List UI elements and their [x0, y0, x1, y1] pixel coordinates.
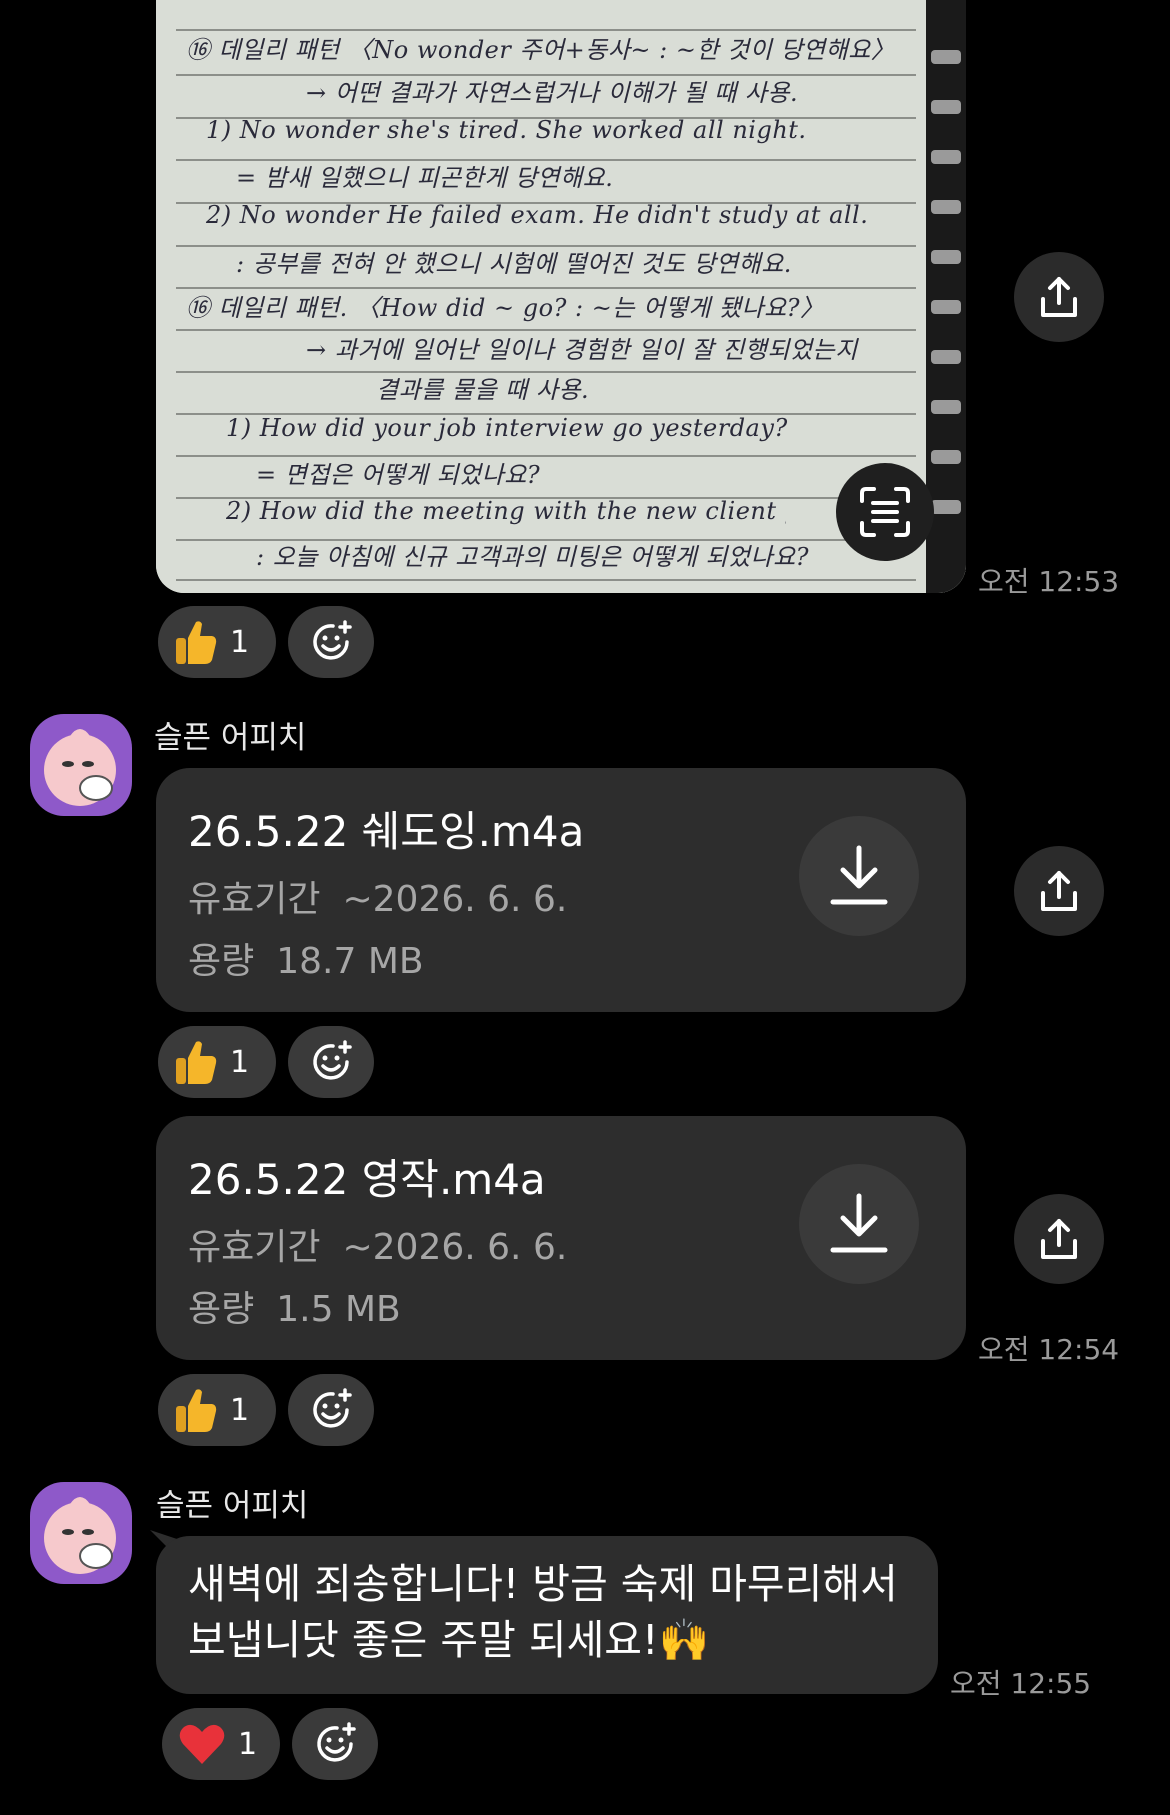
add-reaction-button[interactable]	[288, 1374, 374, 1446]
reaction-count: 1	[230, 1044, 250, 1080]
scan-text-icon	[860, 487, 910, 537]
note-line: → 어떤 결과가 자연스럽거나 이해가 될 때 사용.	[306, 79, 799, 107]
download-icon	[830, 1193, 888, 1253]
text-scan-button[interactable]	[836, 463, 934, 561]
file-card[interactable]: 26.5.22 영작.m4a 유효기간 ~2026. 6. 6. 용량 1.5 MB	[156, 1116, 966, 1360]
file-name: 26.5.22 영작.m4a	[188, 1155, 546, 1204]
download-button[interactable]	[799, 1164, 919, 1284]
add-reaction-button[interactable]	[288, 1026, 374, 1098]
add-emoji-icon	[313, 1040, 352, 1080]
message-time: 오전 12:55	[950, 1667, 1092, 1700]
add-emoji-icon	[317, 1722, 356, 1762]
size-label: 용량	[188, 941, 255, 982]
note-line: 2) No wonder He failed exam. He didn't s…	[206, 201, 869, 229]
expiry-label: 유효기간	[188, 879, 321, 920]
message-text-line1: 새벽에 죄송합니다! 방금 숙제 마무리해서	[188, 1560, 898, 1608]
thumbs-up-icon	[176, 621, 217, 664]
add-reaction-button[interactable]	[292, 1708, 378, 1780]
reaction-thumbs-up[interactable]: 1	[158, 1374, 276, 1446]
add-emoji-icon	[313, 620, 352, 660]
thumbs-up-icon	[176, 1041, 217, 1084]
note-line: ⑯ 데일리 패턴 〈No wonder 주어+동사~ : ~한 것이 당연해요〉	[186, 36, 896, 64]
avatar[interactable]	[30, 1482, 132, 1584]
expiry-value: ~2026. 6. 6.	[342, 879, 568, 920]
note-line: 결과를 물을 때 사용.	[376, 376, 590, 404]
note-line: 2) How did the meeting with the new clie…	[226, 497, 786, 525]
file-expiry: 유효기간 ~2026. 6. 6.	[188, 870, 567, 922]
share-icon	[1041, 871, 1077, 911]
message-time: 오전 12:53	[978, 565, 1120, 598]
size-value: 18.7 MB	[276, 941, 424, 982]
note-line: 1) How did your job interview go yesterd…	[226, 414, 788, 442]
thumbs-up-icon	[176, 1389, 217, 1432]
message-bubble[interactable]: 새벽에 죄송합니다! 방금 숙제 마무리해서 보냅니닷 좋은 주말 되세요!🙌	[156, 1536, 938, 1694]
reaction-thumbs-up[interactable]: 1	[158, 1026, 276, 1098]
file-name: 26.5.22 쉐도잉.m4a	[188, 807, 585, 856]
add-emoji-icon	[313, 1388, 352, 1428]
share-button[interactable]	[1014, 1194, 1104, 1284]
heart-icon	[179, 1724, 225, 1764]
avatar[interactable]	[30, 714, 132, 816]
sender-name: 슬픈 어피치	[156, 1488, 309, 1524]
message-text-line2: 보냅니닷 좋은 주말 되세요!🙌	[188, 1616, 710, 1664]
add-reaction-button[interactable]	[288, 606, 374, 678]
size-value: 1.5 MB	[276, 1289, 401, 1330]
note-line: 1) No wonder she's tired. She worked all…	[206, 116, 807, 144]
share-button[interactable]	[1014, 846, 1104, 936]
expiry-label: 유효기간	[188, 1227, 321, 1268]
reaction-heart[interactable]: 1	[162, 1708, 280, 1780]
download-icon	[830, 845, 888, 905]
download-button[interactable]	[799, 816, 919, 936]
share-icon	[1041, 277, 1077, 317]
note-line: : 공부를 전혀 안 했으니 시험에 떨어진 것도 당연해요.	[236, 250, 792, 278]
sender-name: 슬픈 어피치	[154, 720, 307, 756]
size-label: 용량	[188, 1289, 255, 1330]
note-line: ⑯ 데일리 패턴. 〈How did ~ go? : ~는 어떻게 됐나요?〉	[186, 294, 825, 322]
note-line: = 면접은 어떻게 되었나요?	[256, 461, 541, 489]
apeach-avatar-icon	[44, 1497, 116, 1574]
notebook-photo[interactable]: ⑯ 데일리 패턴 〈No wonder 주어+동사~ : ~한 것이 당연해요〉…	[156, 0, 966, 593]
note-line: = 밤새 일했으니 피곤한게 당연해요.	[236, 164, 614, 192]
apeach-avatar-icon	[44, 729, 116, 806]
note-line: → 과거에 일어난 일이나 경험한 일이 잘 진행되었는지	[306, 336, 858, 364]
reaction-thumbs-up[interactable]: 1	[158, 606, 276, 678]
reaction-count: 1	[238, 1726, 258, 1762]
file-card[interactable]: 26.5.22 쉐도잉.m4a 유효기간 ~2026. 6. 6. 용량 18.7 …	[156, 768, 966, 1012]
reaction-count: 1	[230, 1392, 250, 1428]
reaction-count: 1	[230, 624, 250, 660]
file-expiry: 유효기간 ~2026. 6. 6.	[188, 1218, 567, 1270]
share-button[interactable]	[1014, 252, 1104, 342]
message-time: 오전 12:54	[978, 1333, 1120, 1366]
file-size: 용량 1.5 MB	[188, 1280, 401, 1332]
file-size: 용량 18.7 MB	[188, 932, 424, 984]
share-icon	[1041, 1219, 1077, 1259]
expiry-value: ~2026. 6. 6.	[342, 1227, 568, 1268]
note-line: : 오늘 아침에 신규 고객과의 미팅은 어떻게 되었나요?	[256, 543, 810, 571]
